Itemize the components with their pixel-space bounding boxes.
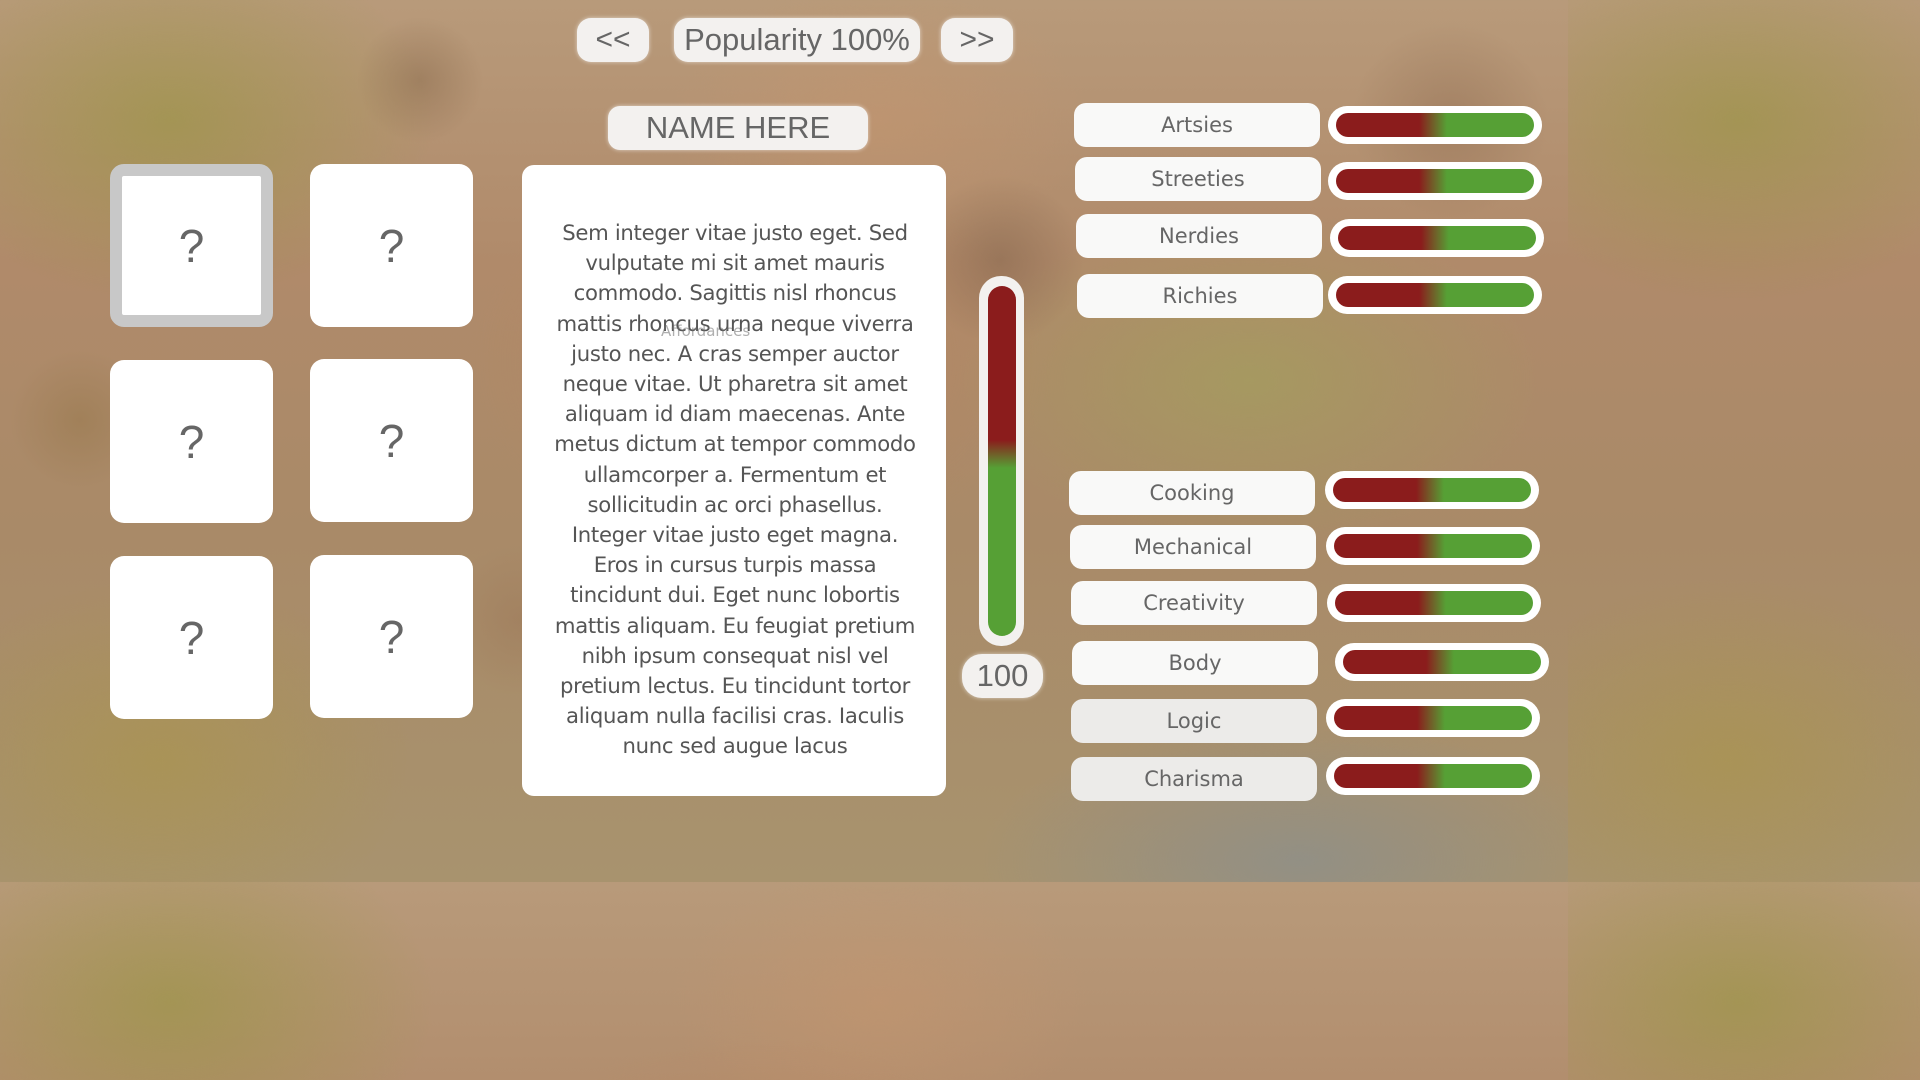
stat-bar-fill — [1338, 226, 1536, 250]
stat-bar-cooking — [1325, 471, 1539, 509]
stat-bar-fill — [1334, 706, 1532, 730]
stat-bar-richies — [1328, 276, 1542, 314]
stat-bar-fill — [1335, 591, 1533, 615]
next-button[interactable]: >> — [941, 18, 1013, 62]
stat-label-artsies: Artsies — [1074, 103, 1320, 147]
stat-bar-creativity — [1327, 584, 1541, 622]
character-name: NAME HERE — [608, 106, 868, 150]
stat-label-nerdies: Nerdies — [1076, 214, 1322, 258]
previous-button[interactable]: << — [577, 18, 649, 62]
stat-label-creativity: Creativity — [1071, 581, 1317, 625]
stat-bar-streeties — [1328, 162, 1542, 200]
card-slot-3[interactable]: ? — [110, 360, 273, 523]
stat-bar-fill — [1336, 113, 1534, 137]
stat-bar-fill — [1336, 169, 1534, 193]
stat-bar-logic — [1326, 699, 1540, 737]
main-meter-fill — [988, 286, 1016, 636]
stat-bar-nerdies — [1330, 219, 1544, 257]
stat-bar-fill — [1333, 478, 1531, 502]
stat-label-logic: Logic — [1071, 699, 1317, 743]
stat-label-streeties: Streeties — [1075, 157, 1321, 201]
popularity-label: Popularity 100% — [674, 18, 920, 62]
stat-label-mechanical: Mechanical — [1070, 525, 1316, 569]
stat-bar-fill — [1336, 283, 1534, 307]
card-slot-1[interactable]: ? — [110, 164, 273, 327]
stat-bar-charisma — [1326, 757, 1540, 795]
card-slot-5[interactable]: ? — [110, 556, 273, 719]
description-text: Sem integer vitae justo eget. Sed vulput… — [554, 220, 916, 759]
stat-bar-fill — [1343, 650, 1541, 674]
stat-bar-fill — [1334, 764, 1532, 788]
stat-label-charisma: Charisma — [1071, 757, 1317, 801]
stat-bar-artsies — [1328, 106, 1542, 144]
main-meter-value: 100 — [962, 654, 1043, 698]
card-slot-6[interactable]: ? — [310, 555, 473, 718]
stat-bar-mechanical — [1326, 527, 1540, 565]
stat-bar-body — [1335, 643, 1549, 681]
stat-label-body: Body — [1072, 641, 1318, 685]
stat-label-richies: Richies — [1077, 274, 1323, 318]
card-slot-2[interactable]: ? — [310, 164, 473, 327]
affordances-ghost-label: Affordances — [661, 322, 751, 340]
stat-bar-fill — [1334, 534, 1532, 558]
card-slot-4[interactable]: ? — [310, 359, 473, 522]
stat-label-cooking: Cooking — [1069, 471, 1315, 515]
